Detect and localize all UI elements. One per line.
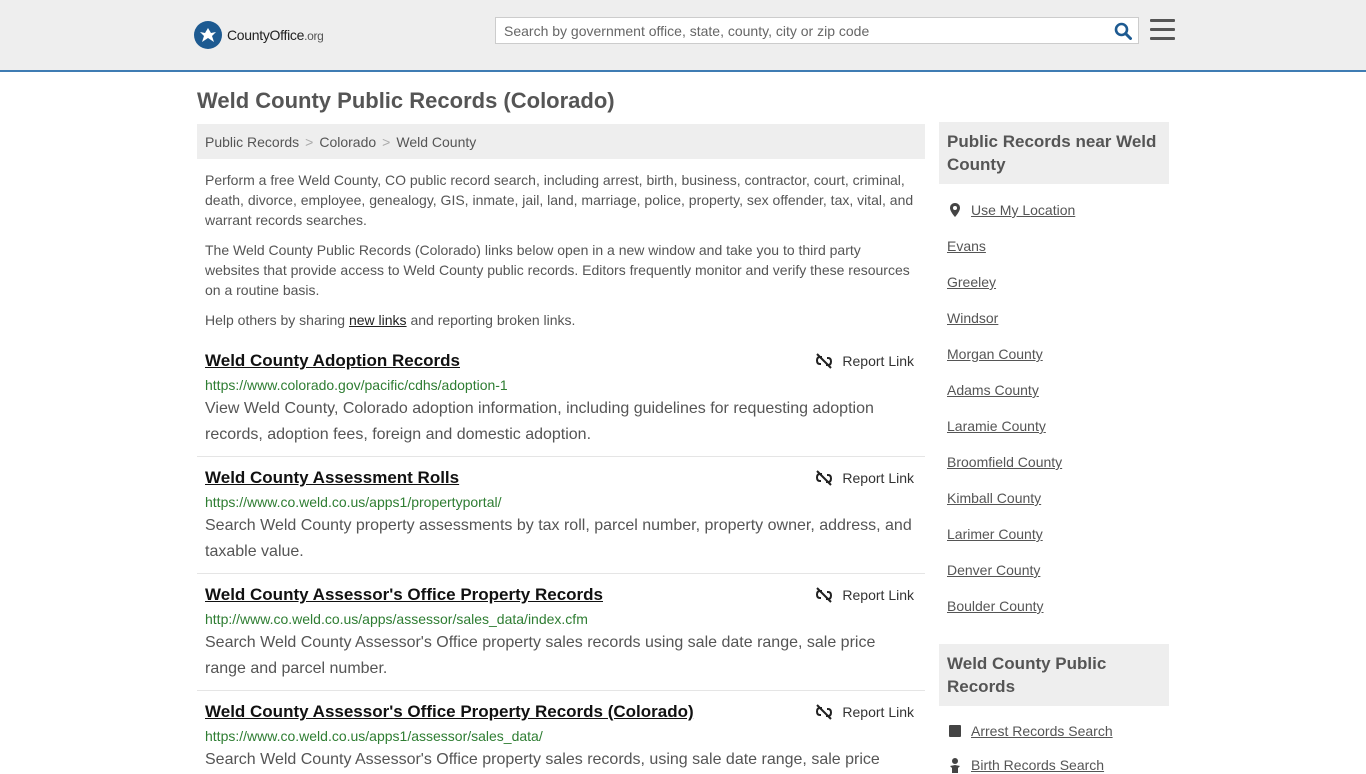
birth-records-row: Birth Records Search xyxy=(947,756,1104,774)
report-link-label: Report Link xyxy=(842,470,914,486)
square-bullet-icon xyxy=(949,725,961,737)
report-link-button[interactable]: Report Link xyxy=(816,584,914,606)
record-description: Search Weld County Assessor's Office pro… xyxy=(205,634,876,677)
record-url: https://www.co.weld.co.us/apps1/assessor… xyxy=(205,728,543,744)
nearby-link-evans[interactable]: Evans xyxy=(947,237,986,255)
baby-icon xyxy=(950,758,960,773)
map-marker-icon xyxy=(950,203,960,217)
arrest-records-row: Arrest Records Search xyxy=(947,722,1113,740)
report-link-label: Report Link xyxy=(842,353,914,369)
report-link-label: Report Link xyxy=(842,587,914,603)
record-description: Search Weld County property assessments … xyxy=(205,517,912,560)
search-input[interactable] xyxy=(496,18,1108,43)
use-my-location-link[interactable]: Use My Location xyxy=(971,201,1075,219)
broken-link-icon xyxy=(816,470,833,486)
search-button[interactable] xyxy=(1108,18,1138,43)
search-icon xyxy=(1114,22,1132,40)
record-item: Weld County Adoption Records https://www… xyxy=(197,350,925,457)
record-item: Weld County Assessment Rolls https://www… xyxy=(197,467,925,574)
help-paragraph: Help others by sharing new links and rep… xyxy=(205,310,917,330)
nearby-link-broomfield-county[interactable]: Broomfield County xyxy=(947,453,1062,471)
broken-link-icon xyxy=(816,353,833,369)
nearby-link-greeley[interactable]: Greeley xyxy=(947,273,996,291)
record-url: https://www.co.weld.co.us/apps1/property… xyxy=(205,494,502,510)
record-title-link[interactable]: Weld County Assessment Rolls xyxy=(205,467,917,489)
record-title-link[interactable]: Weld County Assessor's Office Property R… xyxy=(205,584,917,606)
county-records-heading: Weld County Public Records xyxy=(939,644,1169,706)
search-box xyxy=(495,17,1139,44)
breadcrumb-separator: > xyxy=(382,134,391,150)
nearby-link-morgan-county[interactable]: Morgan County xyxy=(947,345,1043,363)
use-location-row: Use My Location xyxy=(947,201,1075,219)
site-logo[interactable]: CountyOffice.org xyxy=(194,20,324,50)
intro-paragraph: Perform a free Weld County, CO public re… xyxy=(205,172,914,228)
record-url: http://www.co.weld.co.us/apps/assessor/s… xyxy=(205,611,588,627)
record-title-link[interactable]: Weld County Adoption Records xyxy=(205,350,917,372)
report-link-button[interactable]: Report Link xyxy=(816,701,914,723)
breadcrumb-public-records[interactable]: Public Records xyxy=(205,134,299,150)
nearby-link-windsor[interactable]: Windsor xyxy=(947,309,998,327)
breadcrumb: Public Records > Colorado > Weld County xyxy=(197,124,925,159)
top-header: CountyOffice.org xyxy=(0,0,1366,72)
nearby-link-denver-county[interactable]: Denver County xyxy=(947,561,1040,579)
record-description: Search Weld County Assessor's Office pro… xyxy=(205,751,880,768)
hamburger-menu-icon[interactable] xyxy=(1150,19,1175,41)
nearby-link-adams-county[interactable]: Adams County xyxy=(947,381,1039,399)
nearby-link-laramie-county[interactable]: Laramie County xyxy=(947,417,1046,435)
logo-eagle-icon xyxy=(194,21,222,49)
page-title: Weld County Public Records (Colorado) xyxy=(197,88,615,113)
help-text-before: Help others by sharing xyxy=(205,312,349,328)
record-title-link[interactable]: Weld County Assessor's Office Property R… xyxy=(205,701,917,723)
logo-tld: .org xyxy=(304,29,324,43)
record-url: https://www.colorado.gov/pacific/cdhs/ad… xyxy=(205,377,508,393)
nearby-records-heading: Public Records near Weld County xyxy=(939,122,1169,184)
breadcrumb-colorado[interactable]: Colorado xyxy=(319,134,376,150)
breadcrumb-separator: > xyxy=(305,134,314,150)
logo-text: CountyOffice.org xyxy=(227,27,324,43)
logo-brand: CountyOffice xyxy=(227,27,305,43)
record-description: View Weld County, Colorado adoption info… xyxy=(205,400,874,443)
birth-records-search-link[interactable]: Birth Records Search xyxy=(971,756,1104,774)
nearby-link-larimer-county[interactable]: Larimer County xyxy=(947,525,1043,543)
record-item: Weld County Assessor's Office Property R… xyxy=(197,584,925,691)
nearby-link-boulder-county[interactable]: Boulder County xyxy=(947,597,1044,615)
new-links-link[interactable]: new links xyxy=(349,312,407,328)
disclaimer-paragraph: The Weld County Public Records (Colorado… xyxy=(205,242,910,298)
help-text-after: and reporting broken links. xyxy=(406,312,576,328)
nearby-link-kimball-county[interactable]: Kimball County xyxy=(947,489,1041,507)
report-link-button[interactable]: Report Link xyxy=(816,350,914,372)
report-link-label: Report Link xyxy=(842,704,914,720)
report-link-button[interactable]: Report Link xyxy=(816,467,914,489)
record-item: Weld County Assessor's Office Property R… xyxy=(197,701,925,768)
arrest-records-search-link[interactable]: Arrest Records Search xyxy=(971,722,1113,740)
broken-link-icon xyxy=(816,704,833,720)
breadcrumb-weld-county[interactable]: Weld County xyxy=(396,134,476,150)
broken-link-icon xyxy=(816,587,833,603)
